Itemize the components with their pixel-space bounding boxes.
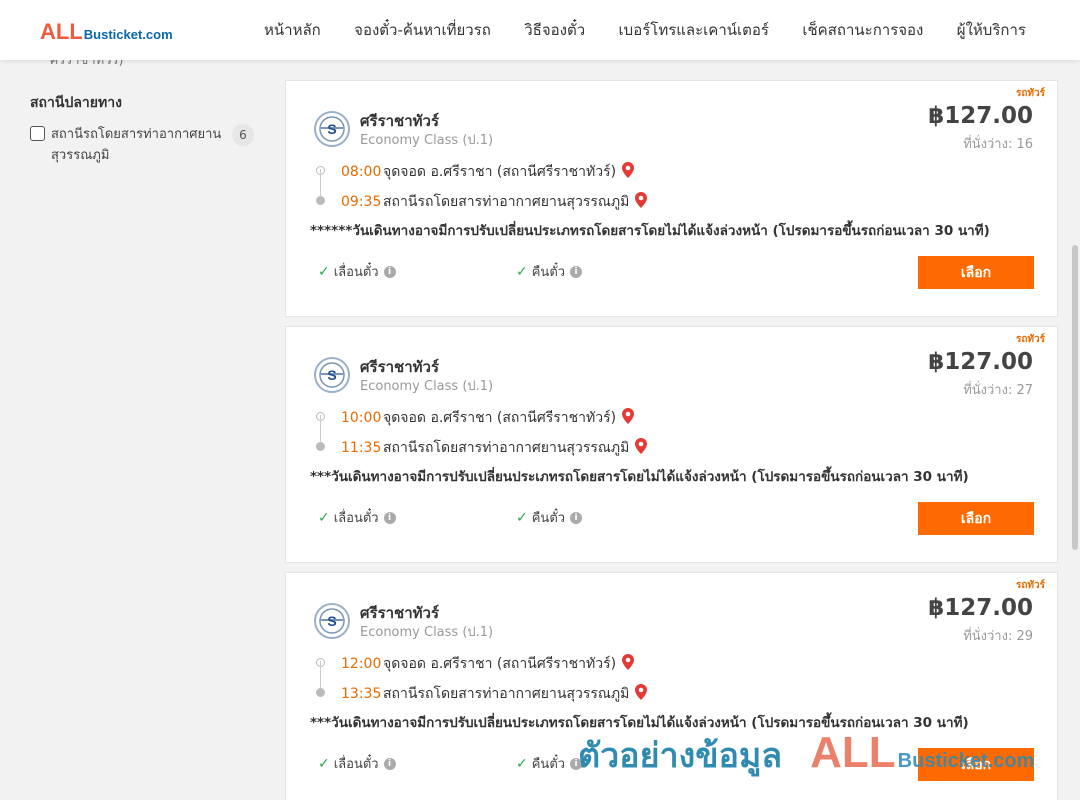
info-icon[interactable]: i (383, 511, 396, 524)
bus-type-badge: รถทัวร์ (1015, 580, 1045, 591)
depart-stop: 08:00 จุดจอด อ.ศรีราชา (สถานีศรีราชาทัวร… (341, 161, 635, 183)
feature-refund: ✓ คืนตั๋ว i (516, 507, 583, 528)
location-pin-icon[interactable] (622, 654, 635, 674)
select-trip-button[interactable]: เลือก (918, 256, 1034, 289)
info-icon[interactable]: i (570, 265, 583, 278)
arrive-stop: 13:35 สถานีรถโดยสารท่าอากาศยานสุวรรณภูมิ (341, 683, 648, 705)
info-icon[interactable]: i (383, 757, 396, 770)
arrive-place: สถานีรถโดยสารท่าอากาศยานสุวรรณภูมิ (383, 686, 630, 702)
depart-place: จุดจอด อ.ศรีราชา (สถานีศรีราชาทัวร์) (383, 164, 617, 180)
feature-reschedule-label: เลื่อนตั๋ว (333, 511, 379, 526)
feature-refund-label: คืนตั๋ว (531, 265, 566, 280)
nav-check-booking[interactable]: เช็คสถานะการจอง (788, 18, 937, 42)
depart-place: จุดจอด อ.ศรีราชา (สถานีศรีราชาทัวร์) (383, 656, 617, 672)
destination-filter-option[interactable]: สถานีรถโดยสารท่าอากาศยานสุวรรณภูมิ 6 (30, 124, 260, 166)
location-pin-icon[interactable] (622, 408, 635, 428)
check-icon: ✓ (318, 263, 330, 280)
destination-option-count: 6 (232, 124, 254, 146)
depart-stop: 12:00 จุดจอด อ.ศรีราชา (สถานีศรีราชาทัวร… (341, 653, 635, 675)
check-icon: ✓ (318, 755, 330, 772)
nav-operators[interactable]: ผู้ให้บริการ (943, 18, 1040, 42)
trip-note: ***วันเดินทางอาจมีการปรับเปลี่ยนประเภทรถ… (310, 715, 969, 731)
bus-class: Economy Class (ป.1) (360, 625, 494, 640)
arrive-dot-icon (316, 688, 325, 697)
trip-price: ฿127.00 (928, 103, 1033, 129)
info-icon[interactable]: i (383, 265, 396, 278)
feature-reschedule-label: เลื่อนตั๋ว (333, 757, 379, 772)
depart-time: 12:00 (341, 656, 382, 672)
page-scrollbar[interactable] (1070, 60, 1080, 800)
location-pin-icon[interactable] (635, 192, 648, 212)
feature-refund-label: คืนตั๋ว (531, 511, 566, 526)
bus-type-badge: รถทัวร์ (1015, 88, 1045, 99)
nav-phone-counter[interactable]: เบอร์โทรและเคาน์เตอร์ (605, 18, 783, 42)
nav-book-search[interactable]: จองตั๋ว-ค้นหาเที่ยวรถ (340, 18, 505, 42)
route-line (320, 415, 321, 445)
site-logo[interactable]: ALL Busticket.com (40, 19, 173, 45)
arrive-time: 09:35 (341, 194, 382, 210)
scrollbar-thumb[interactable] (1072, 245, 1078, 550)
site-header: ALL Busticket.com หน้าหลัก จองตั๋ว-ค้นหา… (0, 0, 1080, 60)
destination-checkbox[interactable] (30, 126, 45, 141)
check-icon: ✓ (318, 509, 330, 526)
arrive-stop: 09:35 สถานีรถโดยสารท่าอากาศยานสุวรรณภูมิ (341, 191, 648, 213)
depart-place: จุดจอด อ.ศรีราชา (สถานีศรีราชาทัวร์) (383, 410, 617, 426)
trip-card: รถทัวร์ S ศรีราชาทัวร์ Economy Class (ป.… (285, 572, 1058, 800)
destination-filter-title: สถานีปลายทาง (30, 95, 122, 111)
nav-home[interactable]: หน้าหลัก (250, 18, 335, 42)
operator-logo-icon: S (314, 603, 350, 639)
select-trip-button[interactable]: เลือก (918, 502, 1034, 535)
location-pin-icon[interactable] (622, 162, 635, 182)
logo-all-text: ALL (40, 19, 83, 44)
feature-reschedule: ✓ เลื่อนตั๋ว i (318, 753, 396, 774)
main-nav: หน้าหลัก จองตั๋ว-ค้นหาเที่ยวรถ วิธีจองตั… (250, 0, 1040, 60)
operator-logo-icon: S (314, 111, 350, 147)
arrive-dot-icon (316, 196, 325, 205)
nav-how-to-book[interactable]: วิธีจองตั๋ว (510, 18, 599, 42)
depart-time: 10:00 (341, 410, 382, 426)
feature-reschedule: ✓ เลื่อนตั๋ว i (318, 507, 396, 528)
location-pin-icon[interactable] (635, 684, 648, 704)
arrive-time: 11:35 (341, 440, 382, 456)
feature-reschedule: ✓ เลื่อนตั๋ว i (318, 261, 396, 282)
location-pin-icon[interactable] (635, 438, 648, 458)
info-icon[interactable]: i (570, 511, 583, 524)
logo-rest-text: Busticket.com (83, 27, 173, 42)
route-line (320, 661, 321, 691)
seats-available: ที่นั่งว่าง: 29 (963, 629, 1033, 644)
check-icon: ✓ (516, 263, 528, 280)
trip-note: ***วันเดินทางอาจมีการปรับเปลี่ยนประเภทรถ… (310, 469, 969, 485)
bus-class: Economy Class (ป.1) (360, 379, 494, 394)
depart-time: 08:00 (341, 164, 382, 180)
filter-sidebar: ศรีราชาทัวร์) สถานีปลายทาง สถานีรถโดยสาร… (30, 60, 260, 166)
feature-refund-label: คืนตั๋ว (531, 757, 566, 772)
arrive-time: 13:35 (341, 686, 382, 702)
depart-stop: 10:00 จุดจอด อ.ศรีราชา (สถานีศรีราชาทัวร… (341, 407, 635, 429)
select-trip-button[interactable]: เลือก (918, 748, 1034, 781)
route-line (320, 169, 321, 199)
check-icon: ✓ (516, 755, 528, 772)
arrive-place: สถานีรถโดยสารท่าอากาศยานสุวรรณภูมิ (383, 194, 630, 210)
trip-card: รถทัวร์ S ศรีราชาทัวร์ Economy Class (ป.… (285, 326, 1058, 563)
check-icon: ✓ (516, 509, 528, 526)
seats-available: ที่นั่งว่าง: 27 (963, 383, 1033, 398)
trip-price: ฿127.00 (928, 595, 1033, 621)
operator-logo-icon: S (314, 357, 350, 393)
sidebar-cut-text: ศรีราชาทัวร์) (50, 60, 124, 68)
arrive-place: สถานีรถโดยสารท่าอากาศยานสุวรรณภูมิ (383, 440, 630, 456)
arrive-dot-icon (316, 442, 325, 451)
trip-note: ******วันเดินทางอาจมีการปรับเปลี่ยนประเภ… (310, 223, 990, 239)
seats-available: ที่นั่งว่าง: 16 (963, 137, 1033, 152)
bus-class: Economy Class (ป.1) (360, 133, 494, 148)
destination-option-label: สถานีรถโดยสารท่าอากาศยานสุวรรณภูมิ (51, 127, 222, 163)
info-icon[interactable]: i (570, 757, 583, 770)
feature-reschedule-label: เลื่อนตั๋ว (333, 265, 379, 280)
feature-refund: ✓ คืนตั๋ว i (516, 753, 583, 774)
bus-type-badge: รถทัวร์ (1015, 334, 1045, 345)
feature-refund: ✓ คืนตั๋ว i (516, 261, 583, 282)
trip-price: ฿127.00 (928, 349, 1033, 375)
trip-card: รถทัวร์ S ศรีราชาทัวร์ Economy Class (ป.… (285, 80, 1058, 317)
arrive-stop: 11:35 สถานีรถโดยสารท่าอากาศยานสุวรรณภูมิ (341, 437, 648, 459)
